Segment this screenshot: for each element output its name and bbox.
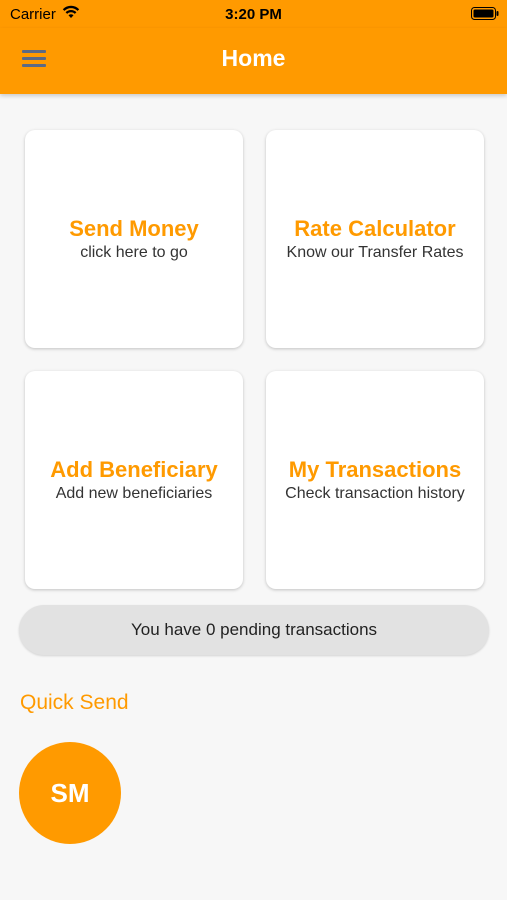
card-title: Send Money: [69, 216, 199, 241]
rate-calculator-card[interactable]: Rate Calculator Know our Transfer Rates: [266, 130, 484, 348]
status-bar: Carrier 3:20 PM: [0, 0, 507, 28]
quick-send-heading: Quick Send: [20, 691, 129, 714]
card-subtitle: Add new beneficiaries: [55, 485, 213, 502]
clock: 3:20 PM: [225, 6, 282, 23]
my-transactions-card[interactable]: My Transactions Check transaction histor…: [266, 371, 484, 589]
add-beneficiary-card[interactable]: Add Beneficiary Add new beneficiaries: [25, 371, 243, 589]
send-money-card[interactable]: Send Money click here to go: [25, 130, 243, 348]
card-title: Add Beneficiary: [50, 457, 218, 482]
app-bar: Home: [0, 28, 507, 94]
battery-icon: [471, 7, 499, 20]
quick-send-contact-avatar[interactable]: SM: [19, 742, 121, 844]
card-title: My Transactions: [288, 457, 462, 482]
card-subtitle: Know our Transfer Rates: [286, 244, 464, 261]
card-title: Rate Calculator: [294, 216, 456, 241]
card-subtitle: click here to go: [80, 244, 188, 261]
pending-transactions-button[interactable]: You have 0 pending transactions: [19, 605, 489, 655]
page-title: Home: [221, 45, 286, 71]
card-subtitle: Check transaction history: [285, 485, 465, 502]
